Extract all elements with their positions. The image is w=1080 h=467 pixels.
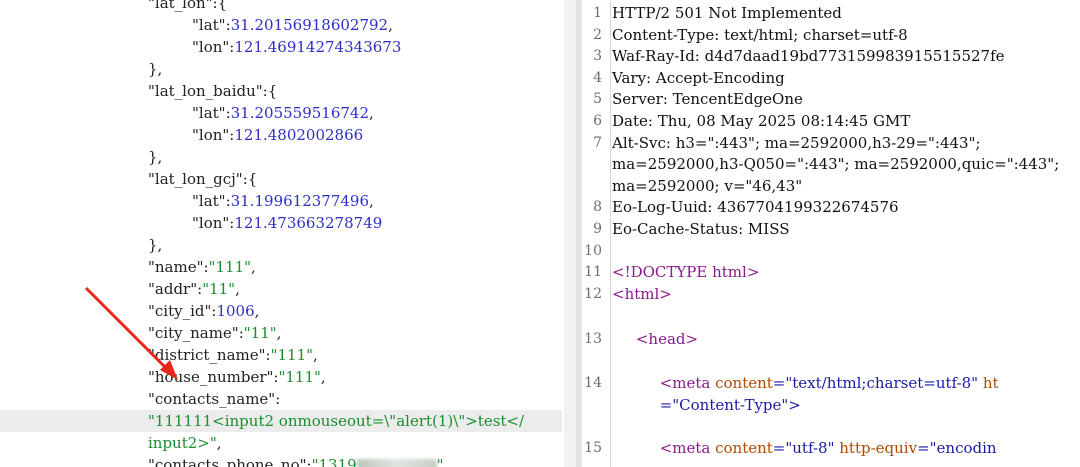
response-line: <head> (612, 328, 698, 350)
response-line: ma=2592000; v="46,43" (612, 176, 803, 195)
html-tag: <meta (659, 439, 716, 457)
response-line: Vary: Accept-Encoding (612, 68, 785, 87)
line-number: 1 (593, 5, 602, 21)
html-tag: <meta (659, 374, 716, 392)
line-number: 13 (584, 331, 602, 347)
line-number: 8 (593, 199, 602, 216)
html-attr-value: ="utf-8" (772, 439, 835, 457)
line-number: 3 (593, 48, 602, 65)
line-number: 4 (593, 69, 602, 86)
html-attr: content (715, 439, 773, 457)
response-line-wrap: ="Content-Type"> (612, 394, 801, 416)
response-line: Eo-Cache-Status: MISS (612, 220, 790, 238)
request-body-pane[interactable]: "lat_lon":{"lat":31.20156918602792, "lon"… (0, 0, 576, 467)
line-number: 6 (593, 113, 602, 129)
response-line: <!DOCTYPE html> (612, 262, 759, 284)
line-number: 2 (593, 26, 602, 43)
response-line: Content-Type: text/html; charset=utf-8 (612, 25, 908, 44)
response-line: Server: TencentEdgeOne (612, 90, 803, 109)
line-number: 5 (593, 91, 602, 108)
response-line: HTTP/2 501 Not Implemented (612, 4, 842, 22)
line-number: 7 (593, 134, 602, 151)
html-attr-value: ="Content-Type"> (659, 396, 801, 414)
response-pane[interactable]: 1 HTTP/2 501 Not Implemented 2 Content-Type… (582, 0, 1080, 467)
response-line: Waf-Ray-Id: d4d7daad19bd7731599839155155… (612, 47, 1005, 66)
line-number: 9 (593, 221, 602, 237)
response-line: ma=2592000,h3-Q050=":443"; ma=2592000,qu… (612, 155, 1060, 174)
red-annotation-arrow (84, 286, 178, 380)
line-number: 10 (584, 242, 602, 259)
html-attr-value: ="encodin (917, 439, 997, 457)
html-attr: http-equiv (834, 439, 918, 457)
response-line: Alt-Svc: h3=":443"; ma=2592000,h3-29=":4… (612, 133, 981, 152)
response-line: <meta content="utf-8" http-equiv="encodi… (612, 437, 997, 459)
html-attr: content (715, 374, 773, 392)
response-line: <html> (612, 284, 672, 306)
html-tag: <html> (612, 284, 672, 303)
line-number: 11 (584, 264, 602, 281)
html-attr: ht (978, 374, 999, 392)
html-tag: <!DOCTYPE html> (612, 263, 760, 282)
response-line: <meta content="text/html;charset=utf-8" … (612, 372, 999, 394)
line-number: 12 (584, 285, 602, 302)
line-number: 14 (584, 375, 602, 391)
html-tag: <head> (635, 330, 699, 348)
response-line: Eo-Log-Uuid: 4367704199322674576 (612, 198, 899, 217)
html-attr-value: ="text/html;charset=utf-8" (772, 374, 979, 392)
response-line: Date: Thu, 08 May 2025 08:14:45 GMT (612, 112, 911, 130)
line-number: 15 (584, 440, 602, 456)
